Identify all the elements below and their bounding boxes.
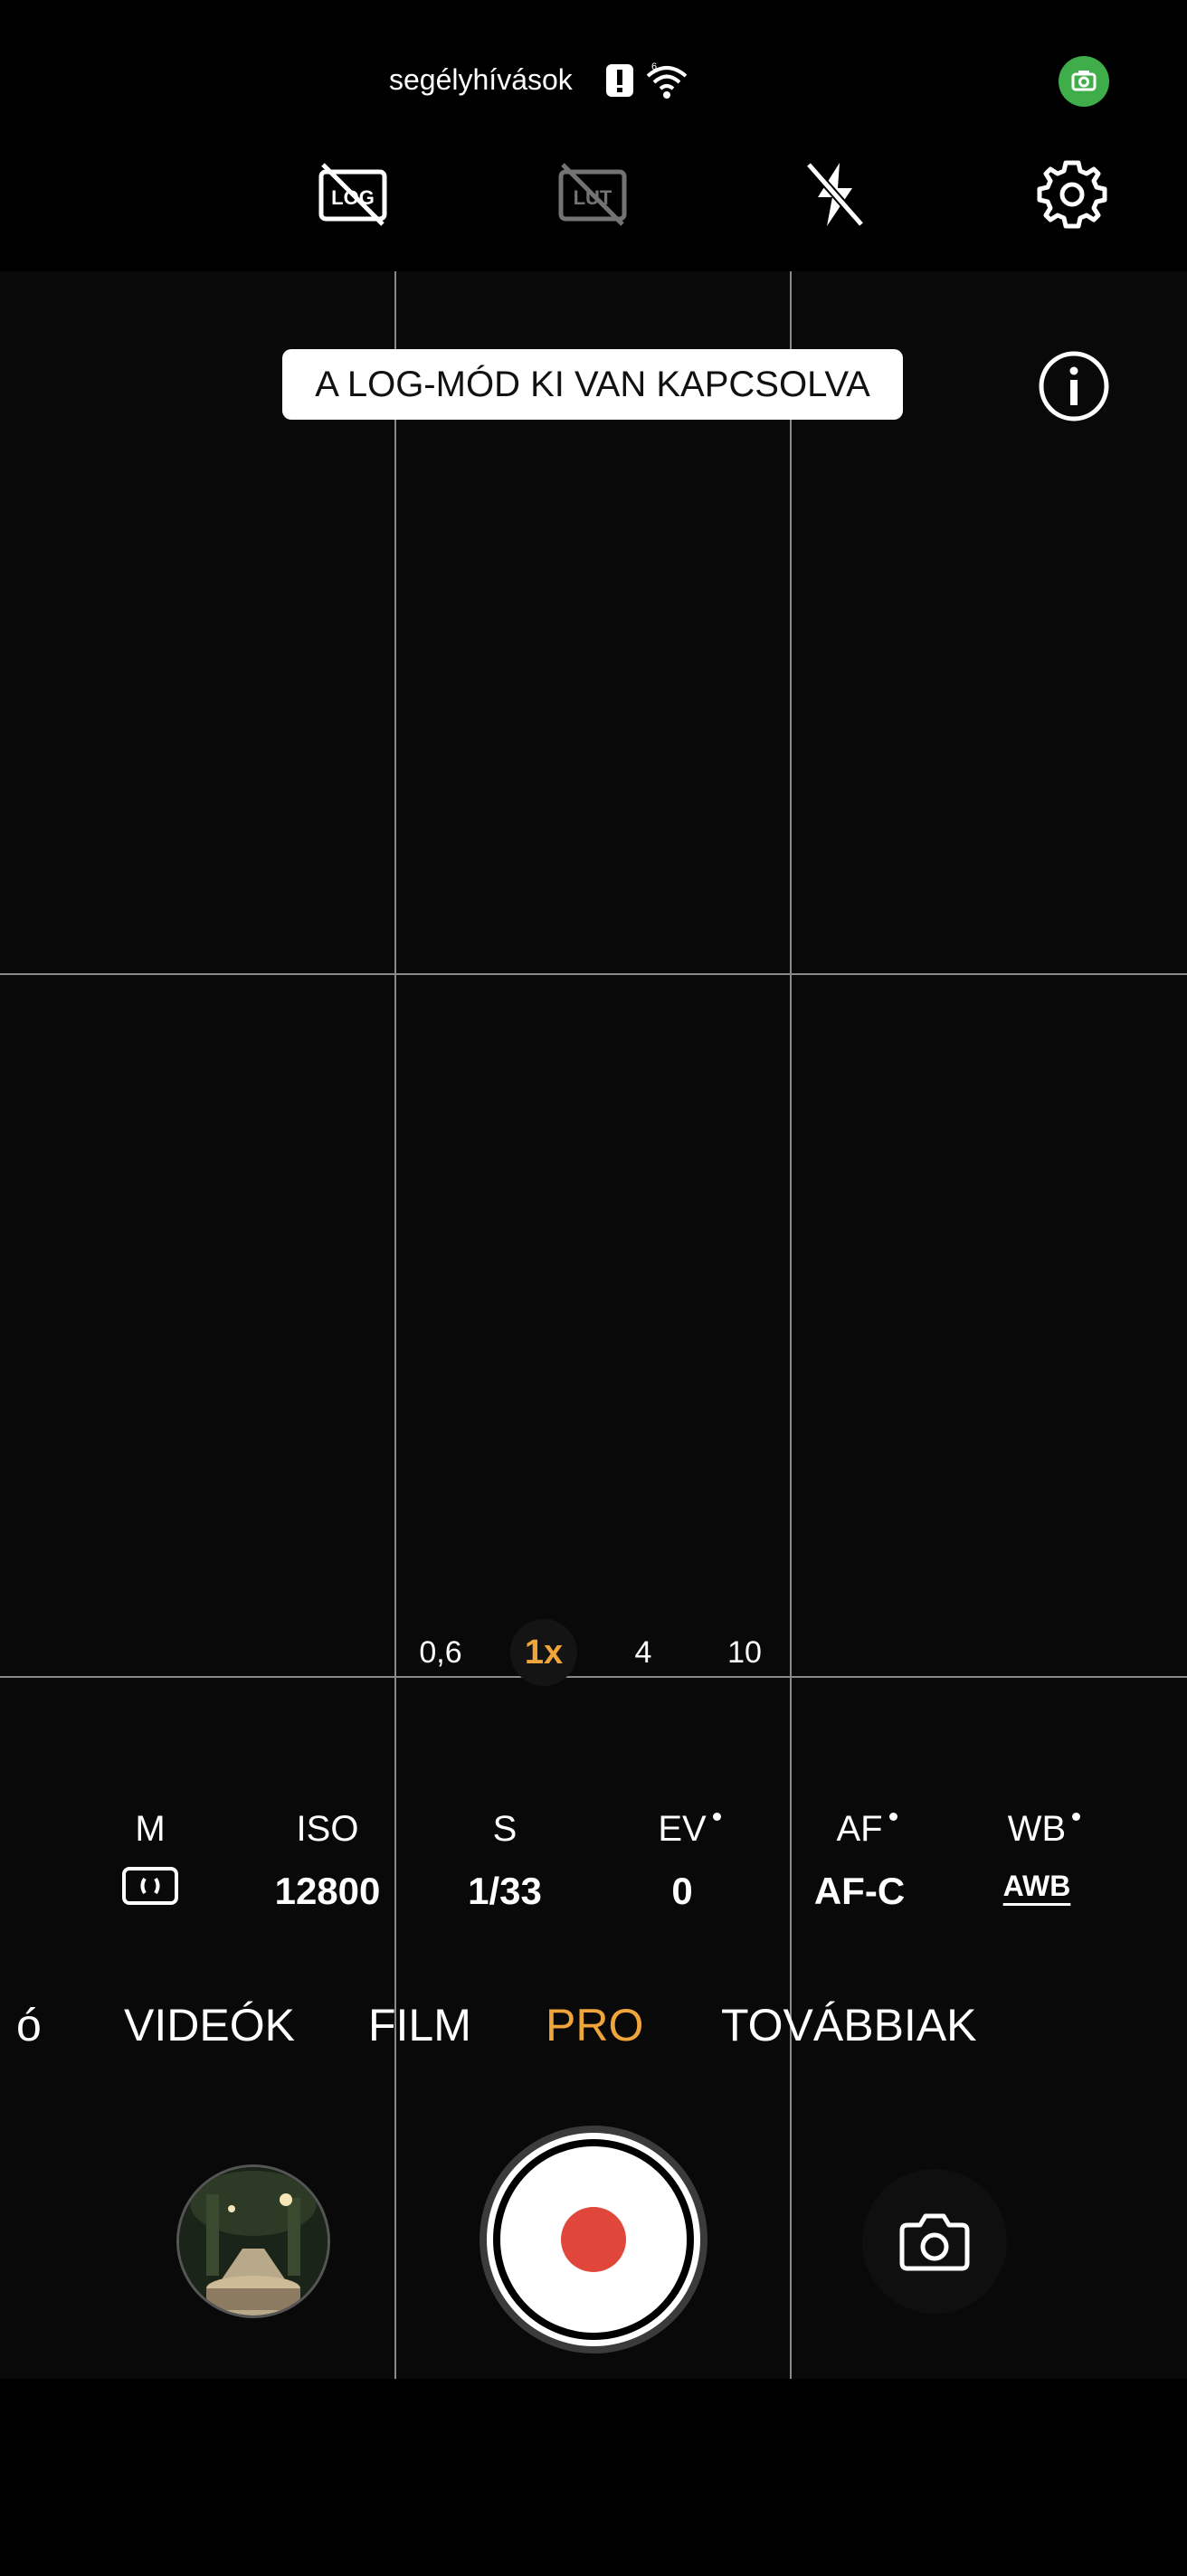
param-ev[interactable]: EV 0 [610, 1809, 755, 1913]
param-label: S [492, 1809, 518, 1849]
camera-icon [899, 2213, 970, 2271]
param-label: M [135, 1809, 166, 1849]
zoom-4[interactable]: 4 [610, 1619, 677, 1686]
grid-line-horizontal [0, 973, 1187, 975]
auto-dot [712, 1813, 721, 1821]
param-wb[interactable]: WB AWB [964, 1809, 1109, 1903]
auto-dot [888, 1813, 897, 1821]
mode-pro[interactable]: PRO [546, 1999, 643, 2051]
status-text: segélyhívások [389, 63, 573, 96]
param-value: 12800 [274, 1870, 381, 1912]
mode-film[interactable]: FILM [368, 1999, 471, 2051]
param-value: 0 [671, 1870, 693, 1912]
param-value: 1/33 [468, 1870, 542, 1912]
mode-more[interactable]: TOVÁBBIAK [721, 1999, 977, 2051]
zoom-10[interactable]: 10 [711, 1619, 778, 1686]
zoom-selector: 0,6 1x 4 10 [398, 1619, 796, 1686]
param-value: AWB [1002, 1870, 1071, 1902]
param-label: WB [1007, 1809, 1067, 1849]
flash-off-icon[interactable] [794, 154, 876, 235]
info-icon[interactable] [1033, 346, 1115, 427]
param-value: AF-C [813, 1870, 906, 1912]
lut-off-icon[interactable]: LUT [552, 154, 633, 235]
param-shutter[interactable]: S 1/33 [432, 1809, 577, 1913]
log-mode-banner: A LOG-MÓD KI VAN KAPCSOLVA [282, 349, 903, 420]
grid-line-vertical [790, 271, 792, 2379]
auto-dot [1072, 1813, 1081, 1821]
photo-capture-button[interactable] [862, 2169, 1007, 2314]
wifi-icon: 6 [646, 62, 688, 99]
warning-icon [606, 64, 633, 97]
gallery-thumbnail[interactable] [176, 2164, 330, 2318]
param-label: EV [658, 1809, 707, 1849]
gear-icon[interactable] [1031, 154, 1113, 235]
viewfinder[interactable] [0, 271, 1187, 2379]
param-af[interactable]: AF AF-C [787, 1809, 932, 1913]
param-metering[interactable]: M [78, 1809, 223, 1910]
zoom-0-6[interactable]: 0,6 [407, 1619, 474, 1686]
record-icon [561, 2207, 626, 2272]
zoom-1x[interactable]: 1x [510, 1619, 577, 1686]
param-label: AF [836, 1809, 883, 1849]
mode-videos[interactable]: VIDEÓK [124, 1999, 295, 2051]
param-label: ISO [296, 1809, 359, 1849]
log-off-icon[interactable]: LOG [312, 154, 394, 235]
mode-partial[interactable]: ó [16, 1999, 42, 2051]
grid-line-vertical [394, 271, 396, 2379]
metering-icon [78, 1866, 223, 1910]
camera-in-use-icon [1059, 56, 1109, 107]
param-iso[interactable]: ISO 12800 [255, 1809, 400, 1913]
svg-text:6: 6 [651, 62, 657, 72]
